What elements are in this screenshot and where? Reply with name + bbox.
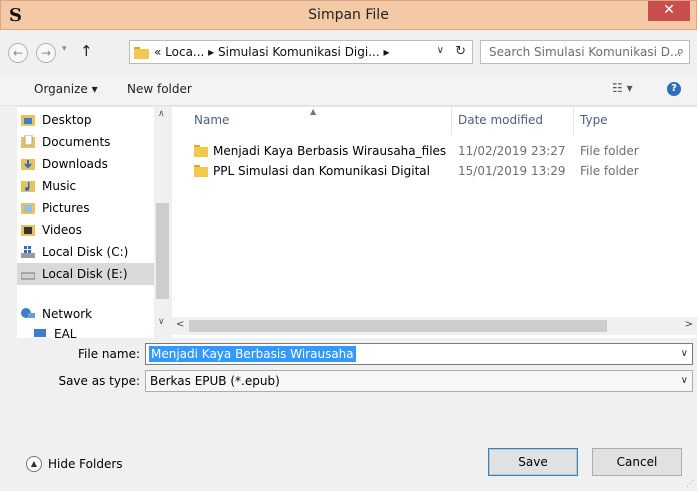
file-type: File folder — [580, 144, 639, 158]
file-date: 11/02/2019 23:27 — [458, 144, 566, 158]
address-path[interactable]: « Loca... ▸ Simulasi Komunikasi Digi... … — [154, 45, 390, 59]
sidebar-item-pictures[interactable]: Pictures — [17, 197, 154, 219]
file-name-label: File name: — [78, 347, 140, 361]
column-divider[interactable] — [573, 107, 574, 135]
documents-folder-icon — [21, 135, 35, 148]
sidebar-item-label: Documents — [42, 135, 111, 149]
folder-icon — [194, 165, 208, 177]
up-button[interactable]: ↑ — [80, 42, 93, 60]
scroll-left-icon[interactable]: < — [176, 319, 184, 330]
sidebar-item-desktop[interactable]: Desktop — [17, 109, 154, 131]
column-header-name[interactable]: Name — [194, 113, 229, 127]
sidebar-item-label: Network — [42, 307, 93, 321]
network-icon — [21, 308, 35, 318]
title-bar: S Simpan File ✕ — [0, 0, 697, 30]
downloads-folder-icon — [21, 159, 35, 170]
save-button[interactable]: Save — [488, 448, 578, 476]
table-row[interactable]: Menjadi Kaya Berbasis Wirausaha_files 11… — [172, 141, 697, 161]
windows-drive-icon — [21, 246, 35, 258]
toolbar: Organize ▾ New folder ☷ ▾ ? — [0, 74, 697, 106]
folder-icon — [194, 145, 208, 157]
file-date: 15/01/2019 13:29 — [458, 164, 566, 178]
sidebar-item-label: Downloads — [42, 157, 108, 171]
save-as-type-value[interactable]: Berkas EPUB (*.epub) — [150, 374, 280, 388]
horizontal-scrollbar[interactable]: < > — [172, 317, 697, 335]
back-button[interactable]: ← — [8, 43, 28, 63]
save-as-type-select[interactable]: Berkas EPUB (*.epub) ∨ — [145, 370, 693, 392]
desktop-folder-icon — [21, 115, 35, 126]
address-bar[interactable]: « Loca... ▸ Simulasi Komunikasi Digi... … — [129, 40, 473, 64]
sidebar-item-videos[interactable]: Videos — [17, 219, 154, 241]
computer-icon — [34, 329, 46, 337]
sort-ascending-icon: ▲ — [310, 107, 317, 116]
column-header-date-modified[interactable]: Date modified — [458, 113, 543, 127]
address-dropdown-chevron-icon[interactable]: ∨ — [437, 45, 444, 56]
sidebar-item-label: Local Disk (E:) — [42, 267, 128, 281]
sidebar-item-network[interactable]: Network — [17, 303, 154, 325]
sidebar-item-local-disk-c[interactable]: Local Disk (C:) — [17, 241, 154, 263]
scroll-up-icon[interactable]: ∧ — [158, 109, 165, 119]
sidebar-item-label: Local Disk (C:) — [42, 245, 129, 259]
navigation-pane: Desktop Documents Downloads Music Pictur… — [17, 106, 171, 338]
file-name-input[interactable]: Menjadi Kaya Berbasis Wirausaha — [149, 346, 356, 362]
pictures-folder-icon — [21, 203, 35, 214]
window-title: Simpan File — [308, 7, 389, 23]
forward-button[interactable]: → — [36, 43, 56, 63]
scrollbar-thumb[interactable] — [189, 320, 607, 332]
file-name-field[interactable]: Menjadi Kaya Berbasis Wirausaha ∨ — [145, 343, 693, 365]
chevron-up-icon[interactable]: ▲ — [26, 456, 42, 472]
file-name[interactable]: PPL Simulasi dan Komunikasi Digital — [213, 164, 430, 178]
videos-folder-icon — [21, 225, 35, 236]
refresh-icon[interactable]: ↻ — [455, 44, 466, 59]
sidebar-item-documents[interactable]: Documents — [17, 131, 154, 153]
recent-locations-chevron-icon[interactable]: ▾ — [62, 44, 67, 54]
music-folder-icon — [21, 181, 35, 192]
chevron-down-icon[interactable]: ∨ — [681, 348, 688, 359]
file-name[interactable]: Menjadi Kaya Berbasis Wirausaha_files — [213, 144, 446, 158]
save-as-type-label: Save as type: — [58, 374, 140, 388]
sidebar-item-eal[interactable]: EAL — [29, 323, 166, 338]
file-type: File folder — [580, 164, 639, 178]
cancel-button[interactable]: Cancel — [592, 448, 682, 476]
resize-grip-icon[interactable]: ⋰ — [686, 479, 694, 488]
scroll-right-icon[interactable]: > — [685, 319, 693, 330]
view-options-icon[interactable]: ☷ ▾ — [612, 81, 633, 95]
sidebar-item-downloads[interactable]: Downloads — [17, 153, 154, 175]
search-input[interactable]: Search Simulasi Komunikasi D... — [489, 45, 681, 59]
drive-icon — [21, 272, 35, 280]
table-row[interactable]: PPL Simulasi dan Komunikasi Digital 15/0… — [172, 161, 697, 181]
scroll-down-icon[interactable]: ∨ — [158, 317, 165, 327]
column-divider[interactable] — [451, 107, 452, 135]
navigation-bar: ← → ▾ ↑ « Loca... ▸ Simulasi Komunikasi … — [0, 30, 697, 74]
new-folder-button[interactable]: New folder — [127, 82, 192, 96]
scrollbar-thumb[interactable] — [156, 203, 169, 299]
help-icon[interactable]: ? — [667, 82, 681, 96]
chevron-down-icon[interactable]: ∨ — [681, 375, 688, 386]
hide-folders-label[interactable]: Hide Folders — [48, 457, 123, 471]
file-list: ▲ Name Date modified Type Menjadi Kaya B… — [172, 106, 697, 338]
navigation-pane-scrollbar[interactable]: ∧ ∨ — [154, 107, 171, 338]
sidebar-item-label: EAL — [54, 327, 77, 338]
close-button[interactable]: ✕ — [648, 1, 690, 21]
sidebar-item-local-disk-e[interactable]: Local Disk (E:) — [17, 263, 154, 285]
organize-menu[interactable]: Organize ▾ — [34, 82, 98, 96]
sidebar-item-label: Music — [42, 179, 77, 193]
search-box[interactable]: Search Simulasi Komunikasi D... ⌕ — [480, 40, 690, 64]
search-icon[interactable]: ⌕ — [677, 44, 684, 59]
sidebar-item-label: Videos — [42, 223, 82, 237]
folder-icon — [134, 47, 149, 59]
sidebar-item-label: Desktop — [42, 113, 92, 127]
column-header-type[interactable]: Type — [580, 113, 608, 127]
sidebar-item-music[interactable]: Music — [17, 175, 154, 197]
sidebar-item-label: Pictures — [42, 201, 90, 215]
